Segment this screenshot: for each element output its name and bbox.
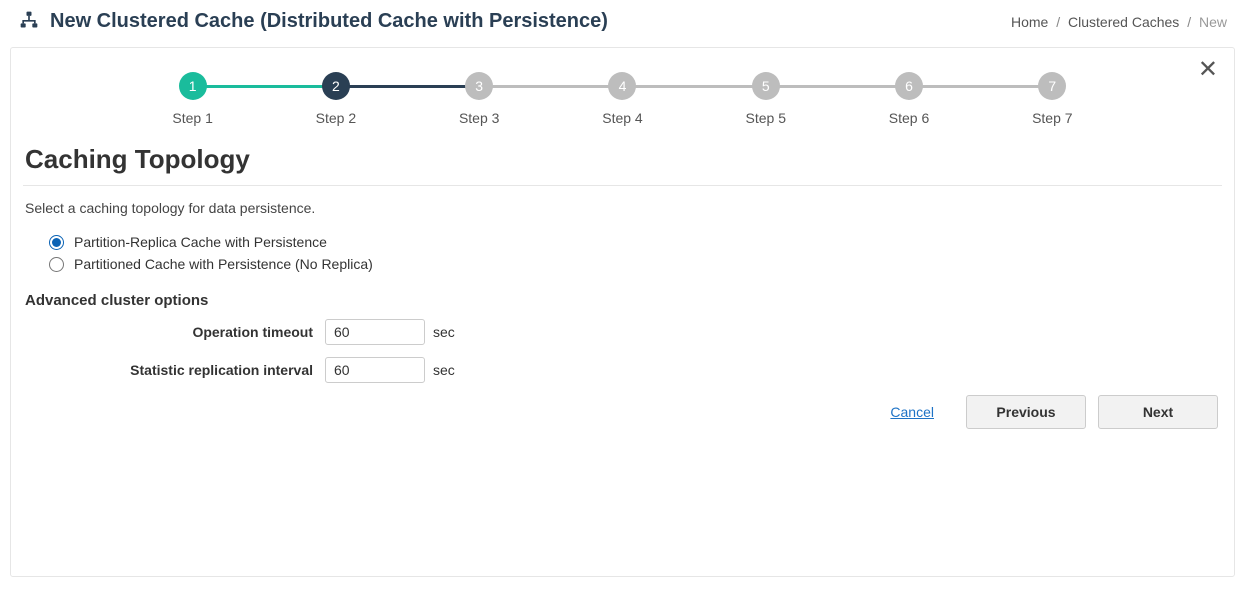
step-connector xyxy=(909,85,1052,88)
stat-interval-row: Statistic replication interval sec xyxy=(25,357,1220,383)
next-button[interactable]: Next xyxy=(1098,395,1218,429)
radio-partitioned-noreplica[interactable] xyxy=(49,257,64,272)
step-label: Step 5 xyxy=(746,110,786,126)
step-circle: 4 xyxy=(608,72,636,100)
operation-timeout-row: Operation timeout sec xyxy=(25,319,1220,345)
stat-interval-input[interactable] xyxy=(325,357,425,383)
wizard-panel: ✕ 1 Step 1 2 Step 2 3 Step 3 4 Step 4 5 … xyxy=(10,47,1235,577)
step-2[interactable]: 2 Step 2 xyxy=(264,72,407,126)
step-label: Step 3 xyxy=(459,110,499,126)
advanced-options-heading: Advanced cluster options xyxy=(25,292,1220,309)
step-connector xyxy=(336,85,479,88)
section-description: Select a caching topology for data persi… xyxy=(25,200,1220,216)
breadcrumb-sep: / xyxy=(1187,14,1191,30)
step-circle: 7 xyxy=(1038,72,1066,100)
title-wrap: New Clustered Cache (Distributed Cache w… xyxy=(18,10,608,33)
step-label: Step 4 xyxy=(602,110,642,126)
breadcrumb-home[interactable]: Home xyxy=(1011,14,1048,30)
step-circle: 6 xyxy=(895,72,923,100)
content-area: Select a caching topology for data persi… xyxy=(23,200,1222,383)
step-connector xyxy=(622,85,765,88)
step-5[interactable]: 5 Step 5 xyxy=(694,72,837,126)
sitemap-icon xyxy=(18,10,40,33)
topology-option-partitioned-noreplica[interactable]: Partitioned Cache with Persistence (No R… xyxy=(49,256,1220,272)
section-heading: Caching Topology xyxy=(23,134,1222,185)
operation-timeout-label: Operation timeout xyxy=(25,324,325,340)
topology-radio-group: Partition-Replica Cache with Persistence… xyxy=(25,234,1220,272)
step-label: Step 1 xyxy=(172,110,212,126)
radio-label[interactable]: Partitioned Cache with Persistence (No R… xyxy=(74,256,373,272)
step-circle: 1 xyxy=(179,72,207,100)
breadcrumb-current: New xyxy=(1199,14,1227,30)
step-label: Step 2 xyxy=(316,110,356,126)
wizard-body: Caching Topology Select a caching topolo… xyxy=(11,126,1234,395)
page-header: New Clustered Cache (Distributed Cache w… xyxy=(0,0,1245,47)
topology-option-partition-replica[interactable]: Partition-Replica Cache with Persistence xyxy=(49,234,1220,250)
step-7[interactable]: 7 Step 7 xyxy=(981,72,1124,126)
cancel-link[interactable]: Cancel xyxy=(890,404,934,420)
step-connector xyxy=(766,85,909,88)
operation-timeout-input[interactable] xyxy=(325,319,425,345)
previous-button[interactable]: Previous xyxy=(966,395,1086,429)
step-4[interactable]: 4 Step 4 xyxy=(551,72,694,126)
breadcrumb-clustered-caches[interactable]: Clustered Caches xyxy=(1068,14,1179,30)
radio-partition-replica[interactable] xyxy=(49,235,64,250)
wizard-footer: Cancel Previous Next xyxy=(11,395,1234,431)
step-3[interactable]: 3 Step 3 xyxy=(408,72,551,126)
radio-label[interactable]: Partition-Replica Cache with Persistence xyxy=(74,234,327,250)
unit-label: sec xyxy=(433,362,455,378)
step-6[interactable]: 6 Step 6 xyxy=(837,72,980,126)
step-1[interactable]: 1 Step 1 xyxy=(121,72,264,126)
step-connector xyxy=(193,85,336,88)
wizard-stepper: 1 Step 1 2 Step 2 3 Step 3 4 Step 4 5 St… xyxy=(11,62,1234,126)
breadcrumb-sep: / xyxy=(1056,14,1060,30)
breadcrumb: Home / Clustered Caches / New xyxy=(1011,14,1227,30)
unit-label: sec xyxy=(433,324,455,340)
step-label: Step 7 xyxy=(1032,110,1072,126)
step-circle: 2 xyxy=(322,72,350,100)
step-label: Step 6 xyxy=(889,110,929,126)
stat-interval-label: Statistic replication interval xyxy=(25,362,325,378)
step-circle: 5 xyxy=(752,72,780,100)
step-circle: 3 xyxy=(465,72,493,100)
step-connector xyxy=(479,85,622,88)
page-title: New Clustered Cache (Distributed Cache w… xyxy=(50,10,608,33)
divider xyxy=(23,185,1222,186)
